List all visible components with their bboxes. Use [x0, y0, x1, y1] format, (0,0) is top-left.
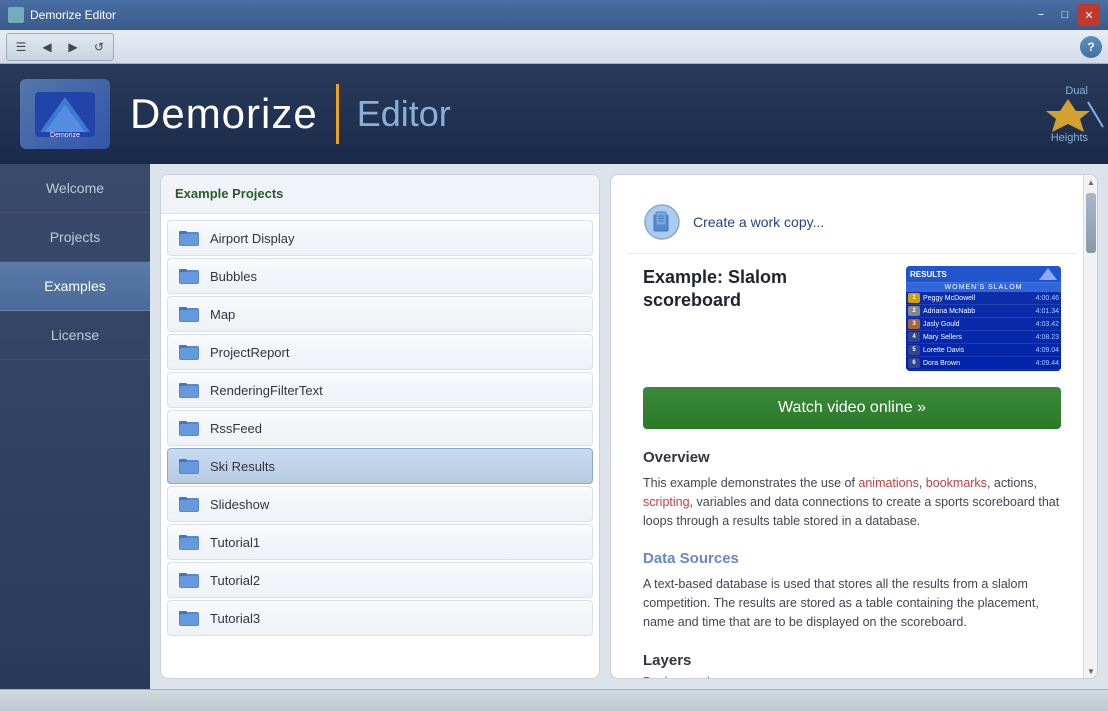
- detail-content: Create a work copy... Example: Slalom sc…: [611, 175, 1097, 678]
- brand-logo: [1028, 97, 1088, 132]
- help-button[interactable]: ?: [1080, 36, 1102, 58]
- toolbar-group: ☰ ◀ ▶ ↺: [6, 33, 114, 61]
- list-item[interactable]: RssFeed: [167, 410, 593, 446]
- folder-icon: [178, 455, 200, 477]
- list-item[interactable]: RenderingFilterText: [167, 372, 593, 408]
- scoreboard-visual: RESULTS WOMEN'S SLALOM 1 Peggy McDowell: [906, 266, 1061, 371]
- project-list: Airport Display Bubbles Map ProjectRepor…: [161, 214, 599, 678]
- panel-header-title: Example Projects: [175, 186, 283, 201]
- sidebar-item-projects[interactable]: Projects: [0, 213, 150, 262]
- close-button[interactable]: ✕: [1078, 4, 1100, 26]
- svg-text:Demorize: Demorize: [50, 132, 80, 139]
- app-brand: Dual Heights: [1028, 85, 1088, 144]
- minimize-button[interactable]: −: [1030, 4, 1052, 26]
- project-panel: Example Projects Airport Display Bubbles…: [160, 174, 600, 679]
- copy-icon: [643, 203, 681, 241]
- sidebar-item-welcome[interactable]: Welcome: [0, 164, 150, 213]
- scroll-up-arrow[interactable]: ▲: [1084, 175, 1098, 189]
- app-title-sub: Editor: [357, 93, 451, 135]
- sidebar: Welcome Projects Examples License: [0, 164, 150, 689]
- score-title-row: WOMEN'S SLALOM: [906, 283, 1061, 292]
- score-header: RESULTS: [906, 266, 1061, 283]
- table-row: 5 Lorette Davis 4:09.04: [906, 344, 1061, 357]
- scroll-down-arrow[interactable]: ▼: [1084, 664, 1098, 678]
- list-item-ski-results[interactable]: Ski Results: [167, 448, 593, 484]
- folder-icon: [178, 569, 200, 591]
- list-item[interactable]: Tutorial1: [167, 524, 593, 560]
- titlebar: Demorize Editor − □ ✕: [0, 0, 1108, 30]
- folder-icon: [178, 379, 200, 401]
- app-title-main: Demorize: [130, 90, 318, 138]
- panel-header: Example Projects: [161, 175, 599, 214]
- titlebar-controls: − □ ✕: [1030, 4, 1100, 26]
- create-work-copy-section: Create a work copy...: [627, 191, 1077, 254]
- table-row: 6 Dora Brown 4:09.44: [906, 357, 1061, 370]
- position-badge: 1: [908, 293, 920, 303]
- maximize-button[interactable]: □: [1054, 4, 1076, 26]
- position-badge: 2: [908, 306, 920, 316]
- list-item[interactable]: Bubbles: [167, 258, 593, 294]
- highlight-scripting: scripting: [643, 495, 690, 509]
- menu-button[interactable]: ☰: [9, 36, 33, 58]
- highlight-bookmarks: bookmarks: [926, 476, 987, 490]
- list-item[interactable]: ProjectReport: [167, 334, 593, 370]
- position-badge: 4: [908, 332, 920, 342]
- statusbar: [0, 689, 1108, 711]
- main-layout: Welcome Projects Examples License Exampl…: [0, 164, 1108, 689]
- folder-icon: [178, 607, 200, 629]
- example-section: Example: Slalom scoreboard RESULTS: [627, 254, 1077, 379]
- example-title-text: Example: Slalom scoreboard: [643, 266, 890, 313]
- layers-title: Layers: [627, 644, 1077, 673]
- overview-text: This example demonstrates the use of ani…: [627, 470, 1077, 542]
- list-item[interactable]: Slideshow: [167, 486, 593, 522]
- refresh-button[interactable]: ↺: [87, 36, 111, 58]
- folder-icon: [178, 417, 200, 439]
- back-button[interactable]: ◀: [35, 36, 59, 58]
- folder-icon: [178, 303, 200, 325]
- data-sources-text: A text-based database is used that store…: [627, 571, 1077, 643]
- sidebar-item-examples[interactable]: Examples: [0, 262, 150, 311]
- table-row: 1 Peggy McDowell 4:00.46: [906, 292, 1061, 305]
- watch-video-button[interactable]: Watch video online »: [643, 387, 1061, 429]
- brand-line2: Heights: [1051, 132, 1088, 144]
- table-row: 3 Jasly Gould 4:03.42: [906, 318, 1061, 331]
- sidebar-item-license[interactable]: License: [0, 311, 150, 360]
- content-area: Example Projects Airport Display Bubbles…: [150, 164, 1108, 689]
- title-divider: [336, 84, 339, 144]
- list-item[interactable]: Tutorial2: [167, 562, 593, 598]
- data-sources-title: Data Sources: [627, 542, 1077, 571]
- folder-icon: [178, 341, 200, 363]
- app-header: Demorize Demorize Editor Dual Heights: [0, 64, 1108, 164]
- scoreboard-thumbnail: RESULTS WOMEN'S SLALOM 1 Peggy McDowell: [906, 266, 1061, 371]
- forward-button[interactable]: ▶: [61, 36, 85, 58]
- highlight-animations: animations: [858, 476, 918, 490]
- list-item[interactable]: Map: [167, 296, 593, 332]
- folder-icon: [178, 493, 200, 515]
- detail-panel: Create a work copy... Example: Slalom sc…: [610, 174, 1098, 679]
- titlebar-title: Demorize Editor: [30, 8, 116, 22]
- folder-icon: [178, 265, 200, 287]
- table-row: 4 Mary Sellers 4:08.23: [906, 331, 1061, 344]
- titlebar-left: Demorize Editor: [8, 7, 116, 23]
- app-icon: [8, 7, 24, 23]
- brand-line1: Dual: [1065, 85, 1088, 97]
- toolbar: ☰ ◀ ▶ ↺ ?: [0, 30, 1108, 64]
- scroll-thumb[interactable]: [1086, 193, 1096, 253]
- position-badge: 3: [908, 319, 920, 329]
- layers-sub: Background: [627, 673, 1077, 679]
- create-work-copy-link[interactable]: Create a work copy...: [693, 214, 824, 230]
- folder-icon: [178, 531, 200, 553]
- position-badge: 5: [908, 345, 920, 355]
- app-logo: Demorize: [20, 79, 110, 149]
- example-title: Example: Slalom scoreboard: [643, 266, 890, 313]
- detail-scrollbar[interactable]: ▲ ▼: [1083, 175, 1097, 678]
- overview-title: Overview: [627, 441, 1077, 470]
- list-item[interactable]: Tutorial3: [167, 600, 593, 636]
- folder-icon: [178, 227, 200, 249]
- table-row: 2 Adriana McNabb 4:01.34: [906, 305, 1061, 318]
- list-item[interactable]: Airport Display: [167, 220, 593, 256]
- position-badge: 6: [908, 358, 920, 368]
